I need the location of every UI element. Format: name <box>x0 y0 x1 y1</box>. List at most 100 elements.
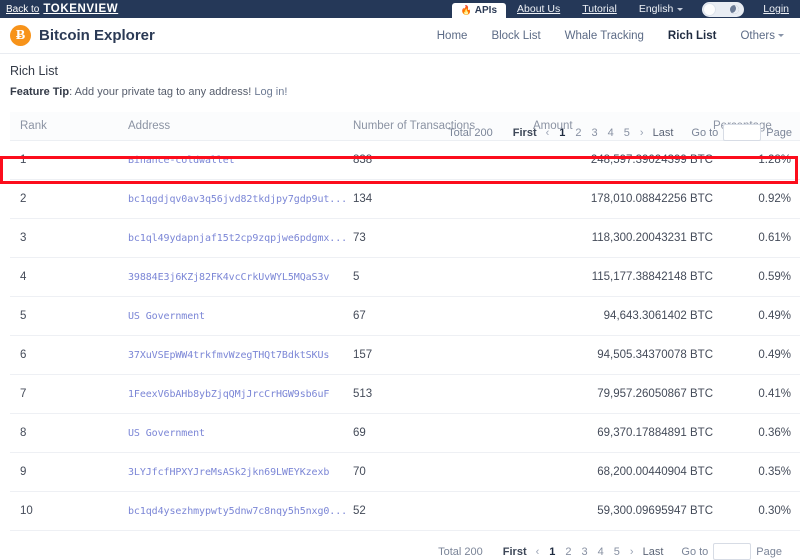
page-unit-label: Page <box>766 126 792 139</box>
cell-txn-count: 73 <box>353 218 533 258</box>
theme-toggle[interactable] <box>702 1 745 17</box>
column-header-rank[interactable]: Rank <box>10 112 128 141</box>
language-selector[interactable]: English <box>628 0 694 18</box>
cell-amount: 94,505.34370078 BTC <box>533 335 713 375</box>
address-link[interactable]: bc1ql49ydapnjaf15t2cp9zqpjwe6pdgmx... <box>128 233 347 244</box>
cell-rank: 7 <box>10 374 128 414</box>
back-prefix-label: Back to <box>6 4 40 15</box>
page-unit-label: Page <box>756 545 782 558</box>
pagination-prev-button[interactable]: ‹ <box>531 546 545 558</box>
back-to-tokenview-link[interactable]: Back to TOKENVIEW <box>6 3 118 15</box>
address-link[interactable]: 37XuVSEpWW4trkfmvWzegTHQt7BdktSKUs <box>128 350 329 361</box>
address-link[interactable]: US Government <box>128 311 205 322</box>
pagination-page-1[interactable]: 1 <box>544 546 560 558</box>
table-row: 5 US Government 67 94,643.3061402 BTC 0.… <box>10 296 800 336</box>
table-row: 3 bc1ql49ydapnjaf15t2cp9zqpjwe6pdgmx... … <box>10 218 800 258</box>
tutorial-link[interactable]: Tutorial <box>571 0 628 18</box>
address-link[interactable]: 1FeexV6bAHb8ybZjqQMjJrcCrHGW9sb6uF <box>128 389 329 400</box>
cell-rank: 10 <box>10 491 128 531</box>
table-row: 9 3LYJfcfHPXYJreMsASk2jkn69LWEYKzexb 70 … <box>10 452 800 492</box>
cell-amount: 59,300.09695947 BTC <box>533 491 713 531</box>
cell-percentage: 0.49% <box>713 335 800 375</box>
cell-percentage: 0.61% <box>713 218 800 258</box>
pagination-page-3[interactable]: 3 <box>577 546 593 558</box>
cell-percentage: 0.41% <box>713 374 800 414</box>
goto-page-input[interactable] <box>723 124 762 141</box>
chevron-down-icon <box>677 7 684 11</box>
pagination-page-2[interactable]: 2 <box>560 546 576 558</box>
cell-txn-count: 157 <box>353 335 533 375</box>
nav-item-rich-list[interactable]: Rich List <box>656 30 729 42</box>
pagination-page-4[interactable]: 4 <box>603 127 619 139</box>
cell-percentage: 1.28% <box>713 140 800 180</box>
pagination-last-button[interactable]: Last <box>649 127 678 139</box>
cell-address: bc1ql49ydapnjaf15t2cp9zqpjwe6pdgmx... <box>128 218 353 258</box>
cell-amount: 69,370.17884891 BTC <box>533 413 713 453</box>
login-tip-link[interactable]: Log in! <box>254 86 287 98</box>
section-title: Rich List <box>10 64 58 78</box>
cell-rank: 3 <box>10 218 128 258</box>
address-link[interactable]: bc1qgdjqv0av3q56jvd82tkdjpy7gdp9ut... <box>128 194 347 205</box>
pagination-page-5[interactable]: 5 <box>619 127 635 139</box>
cell-percentage: 0.59% <box>713 257 800 297</box>
goto-page-input[interactable] <box>713 543 752 560</box>
feature-tip-text: : Add your private tag to any address! <box>69 86 252 98</box>
about-us-link[interactable]: About Us <box>506 0 571 18</box>
nav-item-block-list[interactable]: Block List <box>479 30 552 42</box>
pagination-page-4[interactable]: 4 <box>593 546 609 558</box>
cell-txn-count: 67 <box>353 296 533 336</box>
pagination-page-3[interactable]: 3 <box>587 127 603 139</box>
pagination-first-button[interactable]: First <box>509 127 541 139</box>
cell-txn-count: 52 <box>353 491 533 531</box>
main-content: Rich List Feature Tip: Add your private … <box>0 54 800 560</box>
page-title: Bitcoin Explorer <box>39 27 155 44</box>
cell-rank: 2 <box>10 179 128 219</box>
cell-amount: 178,010.08842256 BTC <box>533 179 713 219</box>
chevron-down-icon <box>778 33 784 37</box>
pagination-page-2[interactable]: 2 <box>570 127 586 139</box>
pagination-next-button[interactable]: › <box>635 127 649 139</box>
tokenview-brand-label: TOKENVIEW <box>43 3 119 15</box>
address-link[interactable]: US Government <box>128 428 205 439</box>
pagination-next-button[interactable]: › <box>625 546 639 558</box>
pagination-page-1[interactable]: 1 <box>554 127 570 139</box>
nav-item-home[interactable]: Home <box>425 30 480 42</box>
pagination-prev-button[interactable]: ‹ <box>541 127 555 139</box>
nav-item-whale-tracking[interactable]: Whale Tracking <box>553 30 656 42</box>
cell-rank: 8 <box>10 413 128 453</box>
pagination-first-button[interactable]: First <box>499 546 531 558</box>
nav-item-others[interactable]: Others <box>728 30 796 42</box>
pagination-bottom: Total 200 First ‹ 1 2 3 4 5 › Last Go to… <box>10 543 790 560</box>
bitcoin-logo-icon: Ƀ <box>10 25 31 46</box>
cell-percentage: 0.49% <box>713 296 800 336</box>
cell-txn-count: 838 <box>353 140 533 180</box>
table-row: 10 bc1qd4ysezhmypwty5dnw7c8nqy5h5nxg0...… <box>10 491 800 531</box>
cell-amount: 68,200.00440904 BTC <box>533 452 713 492</box>
toggle-knob <box>703 2 717 16</box>
cell-address: 3LYJfcfHPXYJreMsASk2jkn69LWEYKzexb <box>128 452 353 492</box>
pagination-page-5[interactable]: 5 <box>609 546 625 558</box>
cell-rank: 1 <box>10 140 128 180</box>
cell-percentage: 0.30% <box>713 491 800 531</box>
address-link[interactable]: 3LYJfcfHPXYJreMsASk2jkn69LWEYKzexb <box>128 467 329 478</box>
site-header: Ƀ Bitcoin Explorer Home Block List Whale… <box>0 18 800 54</box>
login-link[interactable]: Login <box>752 0 800 18</box>
address-link[interactable]: Binance-coldwallet <box>128 155 235 166</box>
table-row: 1 Binance-coldwallet 838 248,597.3902439… <box>10 140 800 180</box>
table-row: 2 bc1qgdjqv0av3q56jvd82tkdjpy7gdp9ut... … <box>10 179 800 219</box>
cell-amount: 118,300.20043231 BTC <box>533 218 713 258</box>
cell-rank: 4 <box>10 257 128 297</box>
cell-percentage: 0.36% <box>713 413 800 453</box>
table-body: 1 Binance-coldwallet 838 248,597.3902439… <box>10 140 800 531</box>
rich-list-table: Rank Address Number of Transactions Amou… <box>10 112 800 531</box>
apis-button[interactable]: 🔥 APIs <box>451 3 507 18</box>
address-link[interactable]: bc1qd4ysezhmypwty5dnw7c8nqy5h5nxg0... <box>128 506 347 517</box>
column-header-address[interactable]: Address <box>128 112 353 141</box>
table-row: 8 US Government 69 69,370.17884891 BTC 0… <box>10 413 800 453</box>
address-link[interactable]: 39884E3j6KZj82FK4vcCrkUvWYL5MQaS3v <box>128 272 329 283</box>
cell-txn-count: 513 <box>353 374 533 414</box>
cell-txn-count: 70 <box>353 452 533 492</box>
cell-rank: 5 <box>10 296 128 336</box>
flame-icon: 🔥 <box>460 5 472 15</box>
pagination-last-button[interactable]: Last <box>639 546 668 558</box>
